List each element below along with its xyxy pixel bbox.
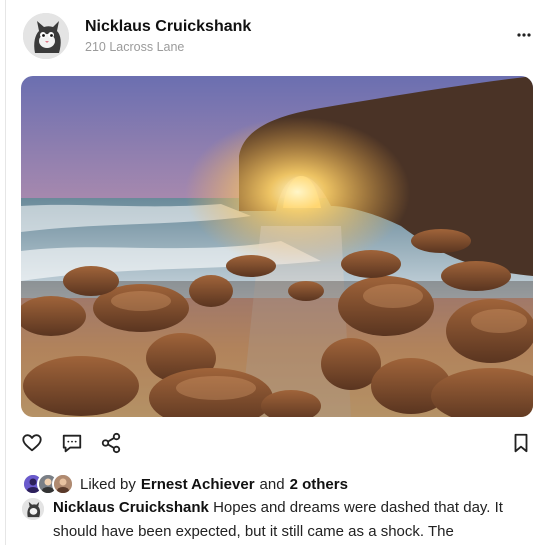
liker-avatar[interactable]: [52, 473, 74, 495]
liked-by-user-link[interactable]: Ernest Achiever: [141, 476, 255, 493]
author-name[interactable]: Nicklaus Cruickshank: [85, 18, 251, 36]
post-header: Nicklaus Cruickshank 210 Lacross Lane: [6, 0, 545, 72]
heart-icon[interactable]: [21, 432, 43, 454]
liked-by-joiner: and: [259, 475, 285, 493]
caption-author-avatar[interactable]: [22, 498, 44, 520]
post-caption: Nicklaus Cruickshank Hopes and dreams we…: [22, 496, 537, 544]
cat-avatar-icon: [23, 13, 69, 59]
post-card: Nicklaus Cruickshank 210 Lacross Lane Li…: [5, 0, 545, 545]
post-photo[interactable]: [21, 76, 533, 417]
post-actions: [6, 420, 545, 466]
caption-author-name[interactable]: Nicklaus Cruickshank: [53, 499, 209, 516]
liked-by-others-link[interactable]: 2 others: [290, 476, 348, 493]
bookmark-icon[interactable]: [510, 432, 532, 454]
author-avatar[interactable]: [23, 13, 69, 59]
comment-icon[interactable]: [61, 432, 83, 454]
liked-by-label: Liked by: [80, 475, 136, 493]
post-location: 210 Lacross Lane: [85, 40, 185, 54]
likes-summary: Liked by Ernest Achiever and 2 others: [22, 472, 348, 496]
sea-arch-sunset-image: [21, 76, 533, 417]
share-icon[interactable]: [100, 432, 122, 454]
more-horizontal-icon[interactable]: [514, 22, 534, 42]
